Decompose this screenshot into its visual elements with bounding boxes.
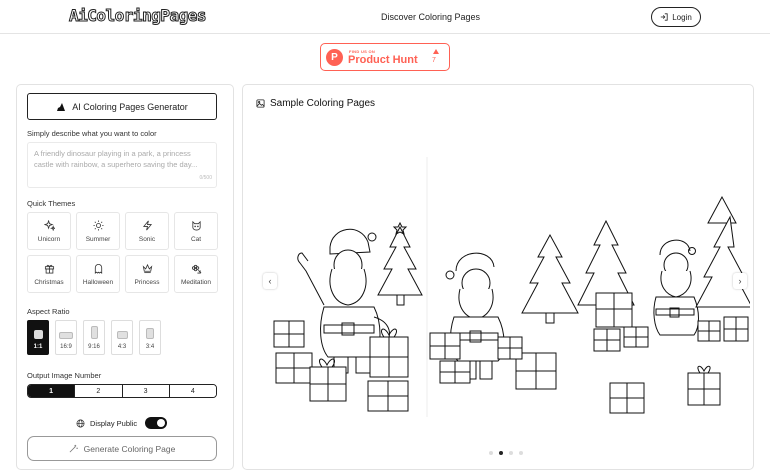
carousel-dot[interactable] — [519, 451, 523, 455]
display-public-toggle[interactable] — [145, 417, 168, 429]
product-hunt-name: Product Hunt — [348, 54, 418, 66]
generate-label: Generate Coloring Page — [83, 443, 176, 454]
login-label: Login — [672, 12, 692, 22]
santa-right-drawing — [653, 195, 750, 342]
carousel-dot[interactable] — [489, 451, 493, 455]
carousel-next-button[interactable]: › — [733, 273, 747, 289]
theme-princess[interactable]: Princess — [125, 255, 169, 293]
theme-summer[interactable]: Summer — [76, 212, 120, 250]
flower-icon — [191, 264, 201, 273]
describe-label: Simply describe what you want to color — [27, 129, 157, 138]
generate-button[interactable]: Generate Coloring Page — [27, 436, 217, 461]
globe-icon — [76, 419, 85, 427]
discover-link[interactable]: Discover Coloring Pages — [381, 12, 480, 22]
sample-coloring-image[interactable] — [260, 157, 750, 417]
product-hunt-logo-icon: P — [326, 49, 343, 66]
samples-heading: Sample Coloring Pages — [256, 98, 375, 109]
theme-label: Halloween — [82, 278, 114, 286]
ratio-shape-icon — [116, 331, 128, 339]
carousel-dot-active[interactable] — [499, 451, 503, 455]
aspect-ratio-label: Aspect Ratio — [27, 307, 70, 316]
prompt-placeholder: A friendly dinosaur playing in a park, a… — [34, 149, 198, 169]
aspect-ratio-options: 1:1 16:9 9:16 4:3 3:4 — [27, 320, 161, 355]
generator-title: AI Coloring Pages Generator — [72, 101, 188, 112]
gift-icon — [44, 264, 54, 273]
generator-title-button[interactable]: AI Coloring Pages Generator — [27, 93, 217, 120]
theme-label: Meditation — [181, 278, 211, 286]
output-option-4[interactable]: 4 — [169, 385, 216, 397]
theme-label: Sonic — [138, 235, 156, 243]
lightning-icon — [142, 220, 152, 230]
ratio-label: 9:16 — [88, 344, 100, 350]
ratio-label: 16:9 — [60, 344, 72, 350]
ratio-label: 1:1 — [33, 344, 43, 350]
char-counter: 0/500 — [199, 175, 212, 181]
ratio-shape-icon — [146, 328, 154, 339]
ratio-9-16[interactable]: 9:16 — [83, 320, 105, 355]
theme-christmas[interactable]: Christmas — [27, 255, 71, 293]
theme-halloween[interactable]: Halloween — [76, 255, 120, 293]
site-logo[interactable]: AiColoringPages — [69, 6, 208, 26]
magic-wand-icon — [69, 444, 78, 453]
output-option-1[interactable]: 1 — [28, 385, 76, 397]
output-option-2[interactable]: 2 — [75, 385, 123, 397]
samples-panel: Sample Coloring Pages ‹ › — [242, 84, 754, 470]
login-icon — [661, 13, 668, 21]
theme-label: Princess — [134, 278, 160, 286]
cat-icon — [191, 220, 201, 230]
display-public-row: Display Public — [76, 417, 168, 429]
theme-label: Summer — [85, 235, 111, 243]
ratio-4-3[interactable]: 4:3 — [111, 320, 133, 355]
theme-unicorn[interactable]: Unicorn — [27, 212, 71, 250]
christmas-trees-drawing — [521, 219, 649, 352]
output-number-label: Output Image Number — [27, 371, 102, 380]
chevron-left-icon: ‹ — [268, 276, 272, 286]
chevron-right-icon: › — [738, 276, 742, 286]
quick-themes-label: Quick Themes — [27, 199, 76, 208]
ratio-shape-icon — [33, 330, 43, 339]
product-hunt-badge[interactable]: P FIND US ON Product Hunt 7 — [320, 43, 450, 71]
carousel-pagination — [489, 451, 523, 455]
theme-label: Cat — [190, 235, 202, 243]
output-number-selector: 1 2 3 4 — [27, 384, 217, 398]
carousel-prev-button[interactable]: ‹ — [263, 273, 277, 289]
upvote-count: 7 — [432, 57, 436, 64]
theme-label: Christmas — [34, 278, 64, 286]
ratio-shape-icon — [90, 326, 98, 339]
ratio-1-1[interactable]: 1:1 — [27, 320, 49, 355]
crown-icon — [142, 263, 152, 273]
sparkles-icon — [43, 219, 55, 231]
quick-themes-grid: Unicorn Summer Sonic Cat Christmas Hallo… — [27, 212, 218, 293]
upvote-arrow-icon — [433, 49, 439, 54]
theme-cat[interactable]: Cat — [174, 212, 218, 250]
floor-gifts-drawing — [609, 365, 721, 414]
ratio-3-4[interactable]: 3:4 — [139, 320, 161, 355]
ratio-16-9[interactable]: 16:9 — [55, 320, 77, 355]
samples-title: Sample Coloring Pages — [270, 98, 376, 109]
ghost-icon — [94, 263, 102, 274]
ratio-label: 4:3 — [117, 344, 127, 350]
generator-panel: AI Coloring Pages Generator Simply descr… — [16, 84, 234, 470]
output-option-3[interactable]: 3 — [122, 385, 170, 397]
theme-sonic[interactable]: Sonic — [125, 212, 169, 250]
ratio-shape-icon — [59, 332, 73, 339]
carousel-dot[interactable] — [509, 451, 513, 455]
theme-meditation[interactable]: Meditation — [174, 255, 218, 293]
display-public-label: Display Public — [90, 418, 138, 428]
login-button[interactable]: Login — [651, 7, 701, 27]
ratio-label: 3:4 — [145, 344, 155, 350]
prompt-textarea[interactable]: A friendly dinosaur playing in a park, a… — [27, 142, 217, 188]
image-icon — [256, 99, 265, 108]
sun-icon — [92, 219, 104, 231]
top-header: AiColoringPages Discover Coloring Pages … — [0, 0, 770, 34]
wizard-hat-icon — [57, 102, 66, 111]
theme-label: Unicorn — [37, 235, 61, 243]
